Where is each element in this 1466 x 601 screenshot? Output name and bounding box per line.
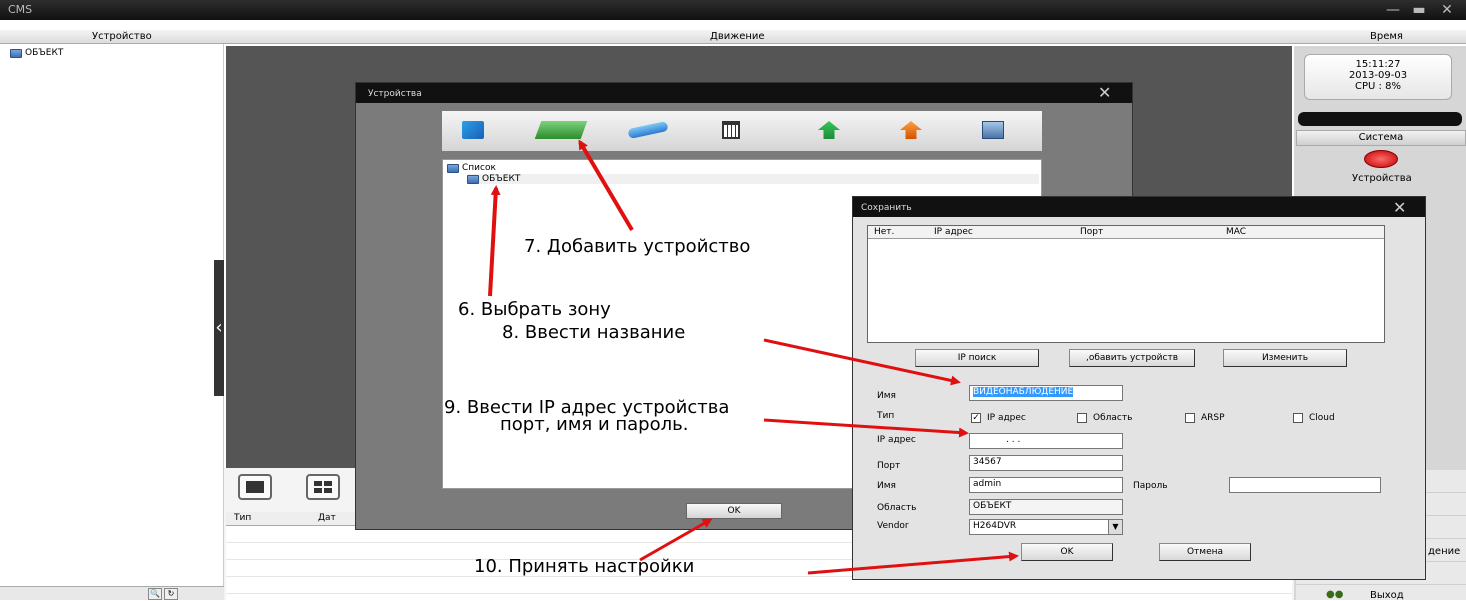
arrow-step10-b — [807, 551, 1019, 575]
arrow-step9 — [763, 418, 969, 438]
annotation-step7: 7. Добавить устройство — [524, 236, 751, 258]
annotation-step9-line2: порт, имя и пароль. — [500, 414, 689, 435]
annotation-arrows — [488, 139, 1019, 575]
annotation-step10: 10. Принять настройки — [474, 556, 695, 577]
annotation-step8: 8. Ввести название — [502, 322, 686, 343]
arrow-step7 — [578, 139, 634, 232]
annotation-step6: 6. Выбрать зону — [458, 299, 611, 320]
arrow-step10-a — [639, 518, 713, 562]
arrow-step8 — [763, 338, 961, 386]
arrow-step6 — [488, 185, 501, 297]
